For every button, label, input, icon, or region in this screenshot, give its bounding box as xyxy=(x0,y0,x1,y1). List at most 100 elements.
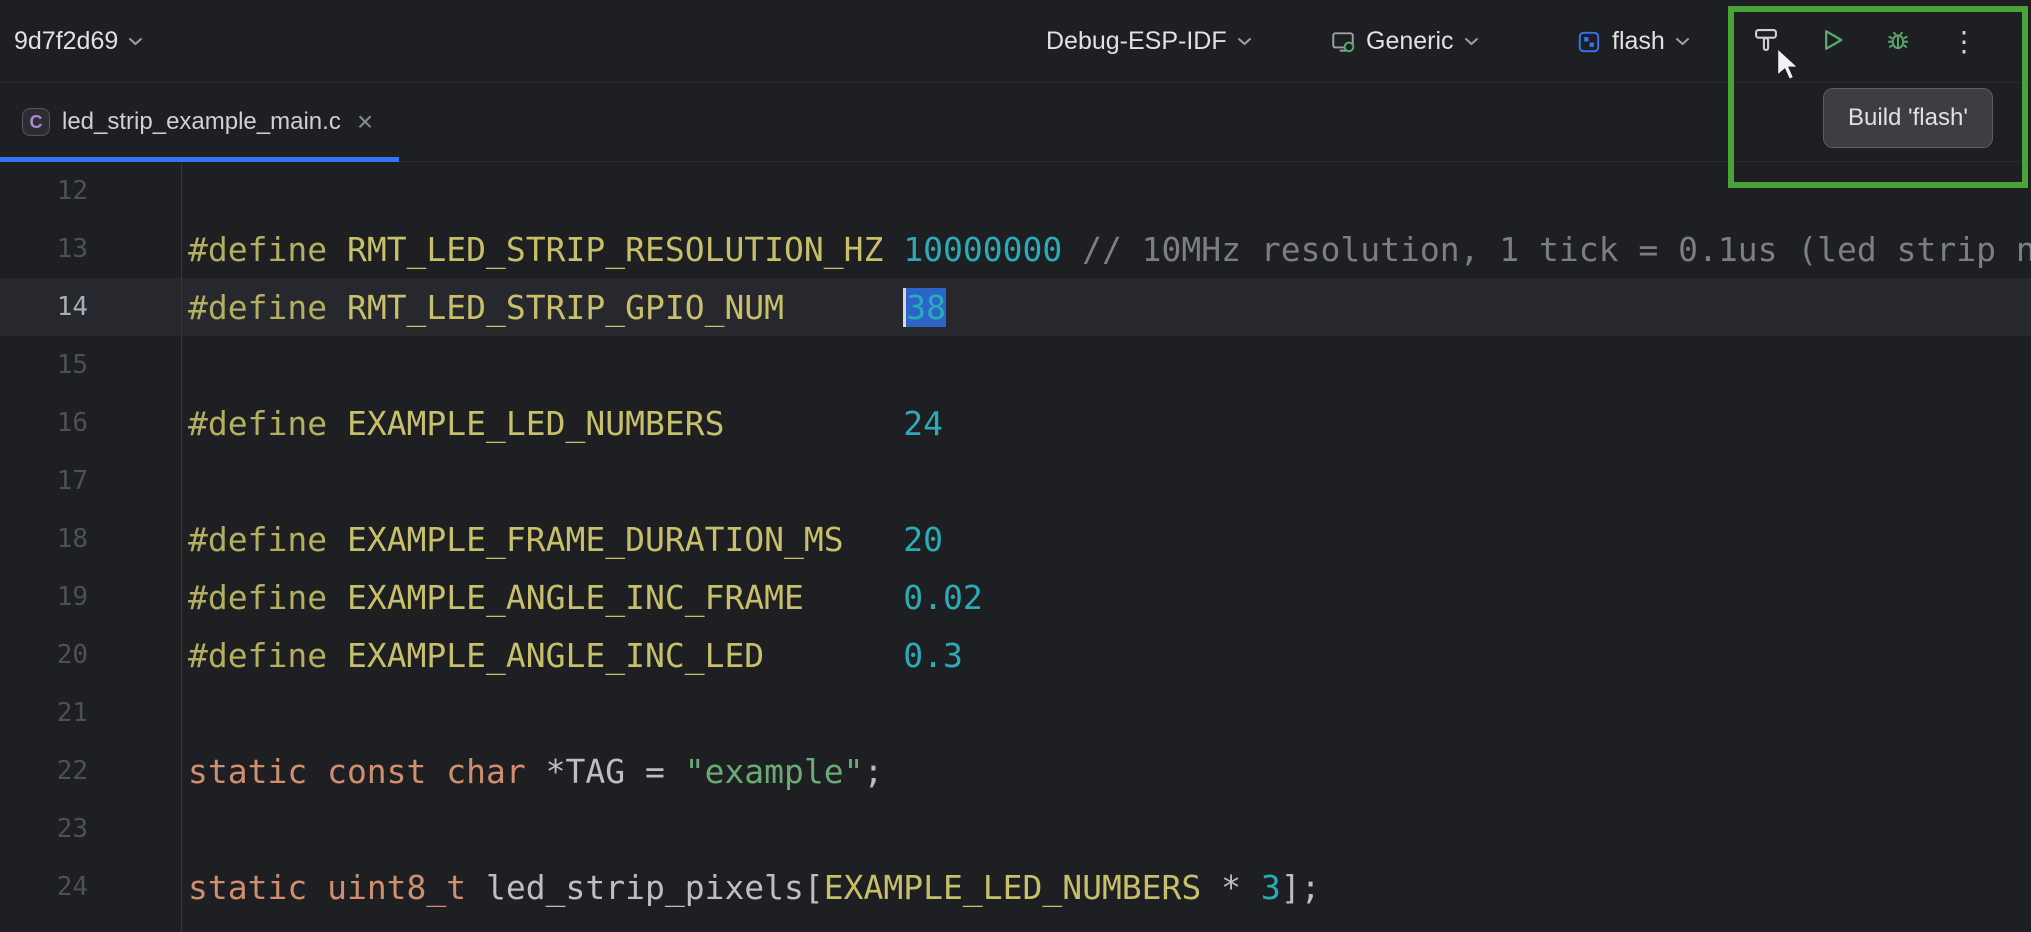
code-text: static uint8_t led_strip_pixels[EXAMPLE_… xyxy=(181,868,1321,907)
code-segment: RMT_LED_STRIP_GPIO_NUM xyxy=(347,288,903,327)
code-line[interactable]: 17 xyxy=(0,452,2031,510)
gutter[interactable] xyxy=(88,220,181,278)
cmake-profile-selector[interactable]: Generic xyxy=(1330,0,1479,83)
gutter[interactable] xyxy=(88,626,181,684)
line-number[interactable]: 20 xyxy=(0,626,88,684)
code-segment: EXAMPLE_ANGLE_INC_LED xyxy=(347,636,903,675)
code-segment: #define xyxy=(188,404,347,443)
code-segment: static const char xyxy=(188,752,546,791)
line-number[interactable]: 12 xyxy=(0,162,88,220)
gutter[interactable] xyxy=(88,278,181,336)
code-segment: static xyxy=(188,868,327,907)
line-number[interactable]: 23 xyxy=(0,800,88,858)
tab-led-strip-example-main[interactable]: C led_strip_example_main.c × xyxy=(0,83,399,161)
code-text: #define EXAMPLE_FRAME_DURATION_MS 20 xyxy=(181,520,943,559)
cmake-profile-icon xyxy=(1330,29,1356,55)
gutter[interactable] xyxy=(88,800,181,858)
run-target-selector[interactable]: flash xyxy=(1576,0,1690,83)
code-line[interactable]: 20 #define EXAMPLE_ANGLE_INC_LED 0.3 xyxy=(0,626,2031,684)
gutter[interactable] xyxy=(88,568,181,626)
line-number[interactable]: 16 xyxy=(0,394,88,452)
code-segment: #define xyxy=(188,578,347,617)
code-segment: 10000000 xyxy=(903,230,1062,269)
gutter[interactable] xyxy=(88,336,181,394)
code-segment: 20 xyxy=(903,520,943,559)
code-line[interactable]: 24 static uint8_t led_strip_pixels[EXAMPL… xyxy=(0,858,2031,916)
selected-code-segment: 38 xyxy=(903,288,946,327)
c-file-icon: C xyxy=(22,108,50,136)
debug-button[interactable] xyxy=(1884,28,1912,56)
code-line[interactable]: 16 #define EXAMPLE_LED_NUMBERS 24 xyxy=(0,394,2031,452)
gutter[interactable] xyxy=(88,162,181,220)
code-text: static const char *TAG = "example"; xyxy=(181,752,883,791)
run-target-icon xyxy=(1576,29,1602,55)
code-segment: 3 xyxy=(1261,868,1281,907)
gutter[interactable] xyxy=(88,742,181,800)
code-line[interactable]: 18 #define EXAMPLE_FRAME_DURATION_MS 20 xyxy=(0,510,2031,568)
code-line[interactable]: 23 xyxy=(0,800,2031,858)
code-segment: RMT_LED_STRIP_RESOLUTION_HZ xyxy=(347,230,903,269)
gutter[interactable] xyxy=(88,452,181,510)
code-line[interactable]: 22 static const char *TAG = "example"; xyxy=(0,742,2031,800)
line-number[interactable]: 19 xyxy=(0,568,88,626)
code-line[interactable]: 21 xyxy=(0,684,2031,742)
code-text: #define EXAMPLE_ANGLE_INC_LED 0.3 xyxy=(181,636,963,675)
line-number[interactable]: 24 xyxy=(0,858,88,916)
code-segment: EXAMPLE_LED_NUMBERS xyxy=(347,404,903,443)
line-number[interactable]: 18 xyxy=(0,510,88,568)
cmake-profile-label: Generic xyxy=(1366,27,1454,56)
code-text: #define EXAMPLE_ANGLE_INC_FRAME 0.02 xyxy=(181,578,983,617)
kebab-menu-icon: ⋮ xyxy=(1950,28,1978,56)
code-text: #define RMT_LED_STRIP_GPIO_NUM 38 xyxy=(181,288,946,327)
code-line[interactable]: 19 #define EXAMPLE_ANGLE_INC_FRAME 0.02 xyxy=(0,568,2031,626)
gutter[interactable] xyxy=(88,510,181,568)
code-text: #define RMT_LED_STRIP_RESOLUTION_HZ 1000… xyxy=(181,230,2031,269)
code-segment: EXAMPLE_FRAME_DURATION_MS xyxy=(347,520,903,559)
run-button[interactable] xyxy=(1818,28,1846,56)
code-segment: #define xyxy=(188,636,347,675)
close-tab-icon[interactable]: × xyxy=(357,108,373,136)
code-line[interactable]: 13 #define RMT_LED_STRIP_RESOLUTION_HZ 10… xyxy=(0,220,2031,278)
gutter[interactable] xyxy=(88,684,181,742)
project-widget-label: 9d7f2d69 xyxy=(14,27,118,56)
chevron-down-icon xyxy=(128,37,143,46)
code-segment: *TAG = xyxy=(546,752,685,791)
tab-label: led_strip_example_main.c xyxy=(62,108,341,136)
code-segment: ; xyxy=(864,752,884,791)
build-button[interactable] xyxy=(1752,28,1780,56)
code-segment: ]; xyxy=(1281,868,1321,907)
line-number[interactable]: 21 xyxy=(0,684,88,742)
gutter[interactable] xyxy=(88,858,181,916)
code-segment: #define xyxy=(188,230,347,269)
chevron-down-icon xyxy=(1464,37,1479,46)
project-widget[interactable]: 9d7f2d69 xyxy=(14,0,143,83)
code-segment: "example" xyxy=(685,752,864,791)
code-line[interactable]: 12 xyxy=(0,162,2031,220)
line-number[interactable]: 15 xyxy=(0,336,88,394)
line-number[interactable]: 17 xyxy=(0,452,88,510)
code-segment: 0.3 xyxy=(903,636,963,675)
run-target-label: flash xyxy=(1612,27,1665,56)
more-actions-button[interactable]: ⋮ xyxy=(1950,28,1978,56)
code-segment: 0.02 xyxy=(903,578,982,617)
code-text: #define EXAMPLE_LED_NUMBERS 24 xyxy=(181,404,943,443)
run-debug-config-selector[interactable]: Debug-ESP-IDF xyxy=(1046,0,1252,83)
code-editor[interactable]: 1213 #define RMT_LED_STRIP_RESOLUTION_HZ … xyxy=(0,162,2031,932)
gutter[interactable] xyxy=(88,394,181,452)
line-number[interactable]: 22 xyxy=(0,742,88,800)
chevron-down-icon xyxy=(1675,37,1690,46)
main-toolbar: 9d7f2d69 Debug-ESP-IDF Generic xyxy=(0,0,2031,83)
code-lines: 1213 #define RMT_LED_STRIP_RESOLUTION_HZ … xyxy=(0,162,2031,916)
code-segment: uint8_t xyxy=(327,868,486,907)
code-segment: #define xyxy=(188,288,347,327)
code-segment xyxy=(1062,230,1082,269)
code-segment: led_strip_pixels[ xyxy=(486,868,824,907)
code-line[interactable]: 15 xyxy=(0,336,2031,394)
toolbar-actions: ⋮ xyxy=(1752,0,1978,83)
run-debug-config-label: Debug-ESP-IDF xyxy=(1046,27,1227,56)
code-segment: 24 xyxy=(903,404,943,443)
bug-icon xyxy=(1884,26,1912,57)
line-number[interactable]: 13 xyxy=(0,220,88,278)
code-line[interactable]: 14 #define RMT_LED_STRIP_GPIO_NUM 38 xyxy=(0,278,2031,336)
line-number[interactable]: 14 xyxy=(0,278,88,336)
